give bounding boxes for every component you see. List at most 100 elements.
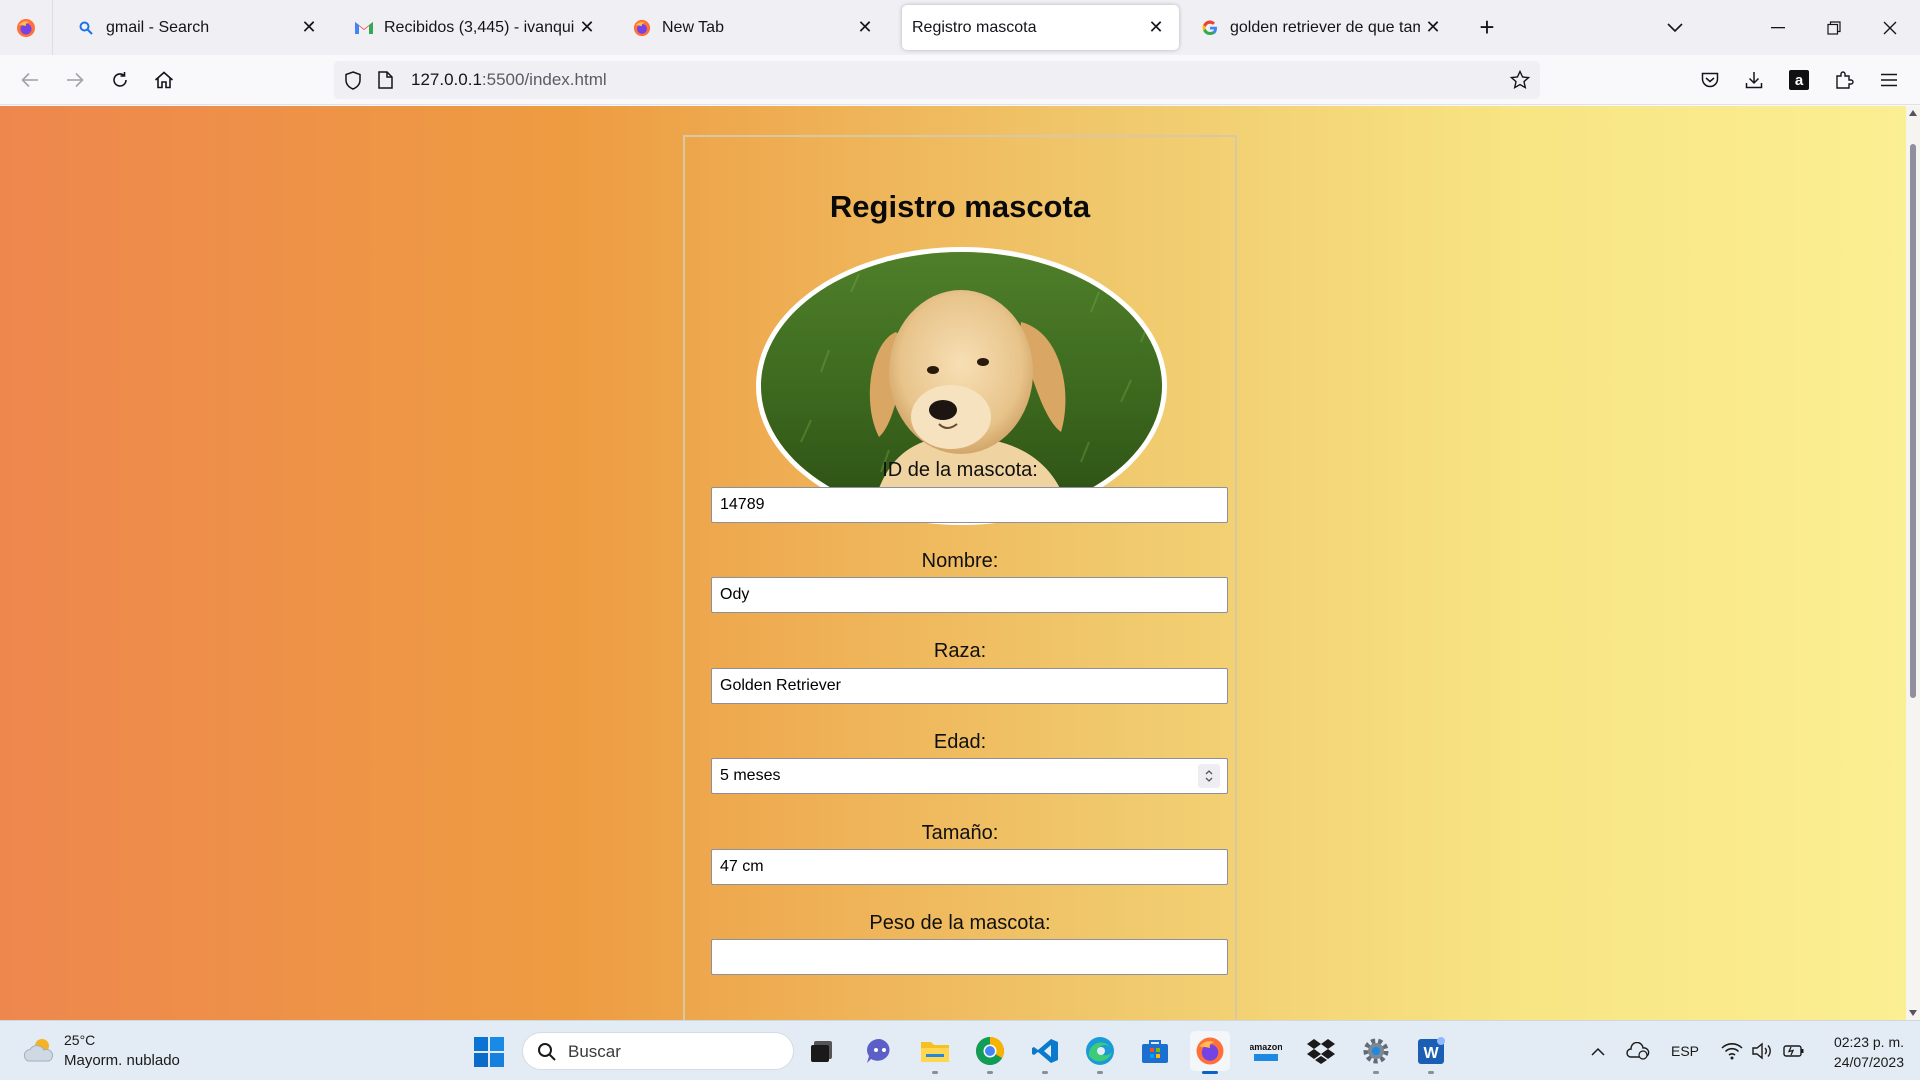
pet-id-label: ID de la mascota:	[882, 459, 1038, 481]
file-explorer-button[interactable]	[915, 1031, 955, 1074]
taskbar-search[interactable]: Buscar	[522, 1032, 794, 1070]
gear-icon	[1363, 1038, 1389, 1064]
svg-text:amazon: amazon	[1250, 1042, 1282, 1052]
name-input[interactable]: Ody	[711, 577, 1228, 613]
page-viewport: Registro mascota ID de la mascota: 14789…	[0, 106, 1906, 1020]
input-language-button[interactable]: ESP	[1664, 1031, 1706, 1071]
download-icon	[1745, 72, 1763, 89]
close-icon[interactable]: ✕	[852, 15, 878, 41]
pocket-button[interactable]	[1694, 64, 1726, 96]
age-value: 5 meses	[720, 767, 781, 784]
wifi-tray-button[interactable]	[1718, 1031, 1746, 1071]
word-button[interactable]: W	[1411, 1031, 1451, 1074]
url-bar[interactable]: 127.0.0.1:5500/index.html	[334, 61, 1540, 99]
scroll-down-icon[interactable]	[1908, 1008, 1918, 1018]
back-button[interactable]	[14, 64, 46, 96]
system-clock[interactable]: 02:23 p. m. 24/07/2023	[1814, 1032, 1904, 1072]
dropbox-button[interactable]	[1301, 1031, 1341, 1071]
chrome-button[interactable]	[970, 1031, 1010, 1074]
teams-chat-icon	[867, 1038, 890, 1063]
show-hidden-icons-button[interactable]	[1586, 1031, 1610, 1071]
weather-temperature[interactable]: 25°C	[64, 1032, 95, 1048]
shield-icon[interactable]	[344, 71, 362, 90]
url-text[interactable]: 127.0.0.1:5500/index.html	[411, 70, 607, 90]
battery-tray-button[interactable]	[1780, 1031, 1808, 1071]
breed-label: Raza:	[933, 640, 987, 662]
close-icon	[1883, 21, 1897, 34]
page-icon[interactable]	[378, 71, 393, 89]
tab-registro-mascota[interactable]: Registro mascota ✕	[902, 5, 1179, 50]
minimize-button[interactable]	[1750, 0, 1806, 55]
scroll-thumb[interactable]	[1910, 144, 1916, 698]
teams-button[interactable]	[860, 1031, 900, 1071]
number-stepper[interactable]	[1198, 764, 1220, 788]
arrow-right-icon	[67, 72, 84, 88]
onedrive-tray-button[interactable]	[1624, 1031, 1652, 1071]
tab-title: New Tab	[662, 18, 724, 36]
cloud-sync-icon	[1626, 1042, 1650, 1060]
scroll-up-icon[interactable]	[1908, 108, 1918, 118]
list-all-tabs-button[interactable]	[1660, 14, 1690, 42]
weather-description[interactable]: Mayorm. nublado	[64, 1052, 180, 1069]
settings-button[interactable]	[1356, 1031, 1396, 1074]
forward-button[interactable]	[59, 64, 91, 96]
chrome-icon	[976, 1037, 1004, 1065]
amazon-icon: amazon	[1250, 1038, 1282, 1064]
tab-gmail-inbox[interactable]: Recibidos (3,445) - ivanquillov1 ✕	[340, 5, 610, 50]
close-icon[interactable]: ✕	[1143, 15, 1169, 41]
svg-text:a: a	[1795, 72, 1804, 89]
start-button[interactable]	[472, 1035, 506, 1069]
microsoft-store-button[interactable]	[1135, 1031, 1175, 1071]
age-input[interactable]: 5 meses	[711, 758, 1228, 794]
home-button[interactable]	[148, 64, 180, 96]
amazon-icon: a	[1789, 70, 1809, 90]
firefox-icon	[17, 18, 35, 37]
app-menu-button[interactable]	[1873, 64, 1905, 96]
restore-button[interactable]	[1806, 0, 1862, 55]
close-window-button[interactable]	[1862, 0, 1918, 55]
wifi-icon	[1721, 1043, 1743, 1060]
star-icon[interactable]	[1510, 70, 1530, 90]
amazon-button[interactable]: amazon	[1246, 1031, 1286, 1071]
folder-icon	[921, 1042, 949, 1062]
page-scrollbar[interactable]	[1906, 106, 1920, 1020]
tab-title: Registro mascota	[912, 18, 1037, 36]
pocket-icon	[1701, 72, 1719, 88]
close-icon[interactable]: ✕	[296, 15, 322, 41]
search-icon	[538, 1043, 556, 1061]
tab-gmail-search[interactable]: gmail - Search ✕	[62, 5, 332, 50]
stepper-arrows-icon	[1205, 770, 1213, 782]
pet-id-input[interactable]: 14789	[711, 487, 1228, 523]
navigation-toolbar: 127.0.0.1:5500/index.html a	[0, 55, 1920, 105]
volume-tray-button[interactable]	[1750, 1031, 1776, 1071]
extensions-button[interactable]	[1828, 64, 1860, 96]
tab-new-tab[interactable]: New Tab ✕	[618, 5, 888, 50]
weight-input[interactable]	[711, 939, 1228, 975]
minimize-icon	[1771, 26, 1785, 28]
edge-button[interactable]	[1080, 1031, 1120, 1074]
downloads-button[interactable]	[1738, 64, 1770, 96]
new-tab-button[interactable]: +	[1472, 12, 1502, 42]
tab-strip: gmail - Search ✕ Recibidos (3,445) - iva…	[0, 0, 1920, 55]
svg-text:W: W	[1423, 1045, 1439, 1062]
amazon-extension-button[interactable]: a	[1783, 64, 1815, 96]
reload-button[interactable]	[104, 64, 136, 96]
tab-title: Recibidos (3,445) - ivanquillov1	[384, 18, 574, 36]
tab-title: golden retriever de que tamaño	[1230, 18, 1420, 36]
speaker-icon	[1752, 1042, 1771, 1060]
puzzle-icon	[1836, 71, 1854, 89]
edge-icon	[1086, 1037, 1114, 1065]
tab-google-search[interactable]: golden retriever de que tamaño ✕	[1186, 5, 1456, 50]
windows-taskbar: 25°C Mayorm. nublado Buscar amazon W ESP…	[0, 1020, 1920, 1080]
breed-input[interactable]: Golden Retriever	[711, 668, 1228, 704]
partly-cloudy-icon[interactable]	[22, 1035, 56, 1065]
size-input[interactable]: 47 cm	[711, 849, 1228, 885]
vscode-button[interactable]	[1025, 1031, 1065, 1074]
clock-time: 02:23 p. m.	[1833, 1034, 1904, 1050]
close-icon[interactable]: ✕	[574, 15, 600, 41]
task-view-button[interactable]	[803, 1031, 843, 1071]
firefox-taskbar-button[interactable]	[1190, 1031, 1230, 1074]
close-icon[interactable]: ✕	[1420, 15, 1446, 41]
url-path: :5500/index.html	[481, 70, 607, 89]
firefox-view-button[interactable]	[0, 0, 53, 55]
